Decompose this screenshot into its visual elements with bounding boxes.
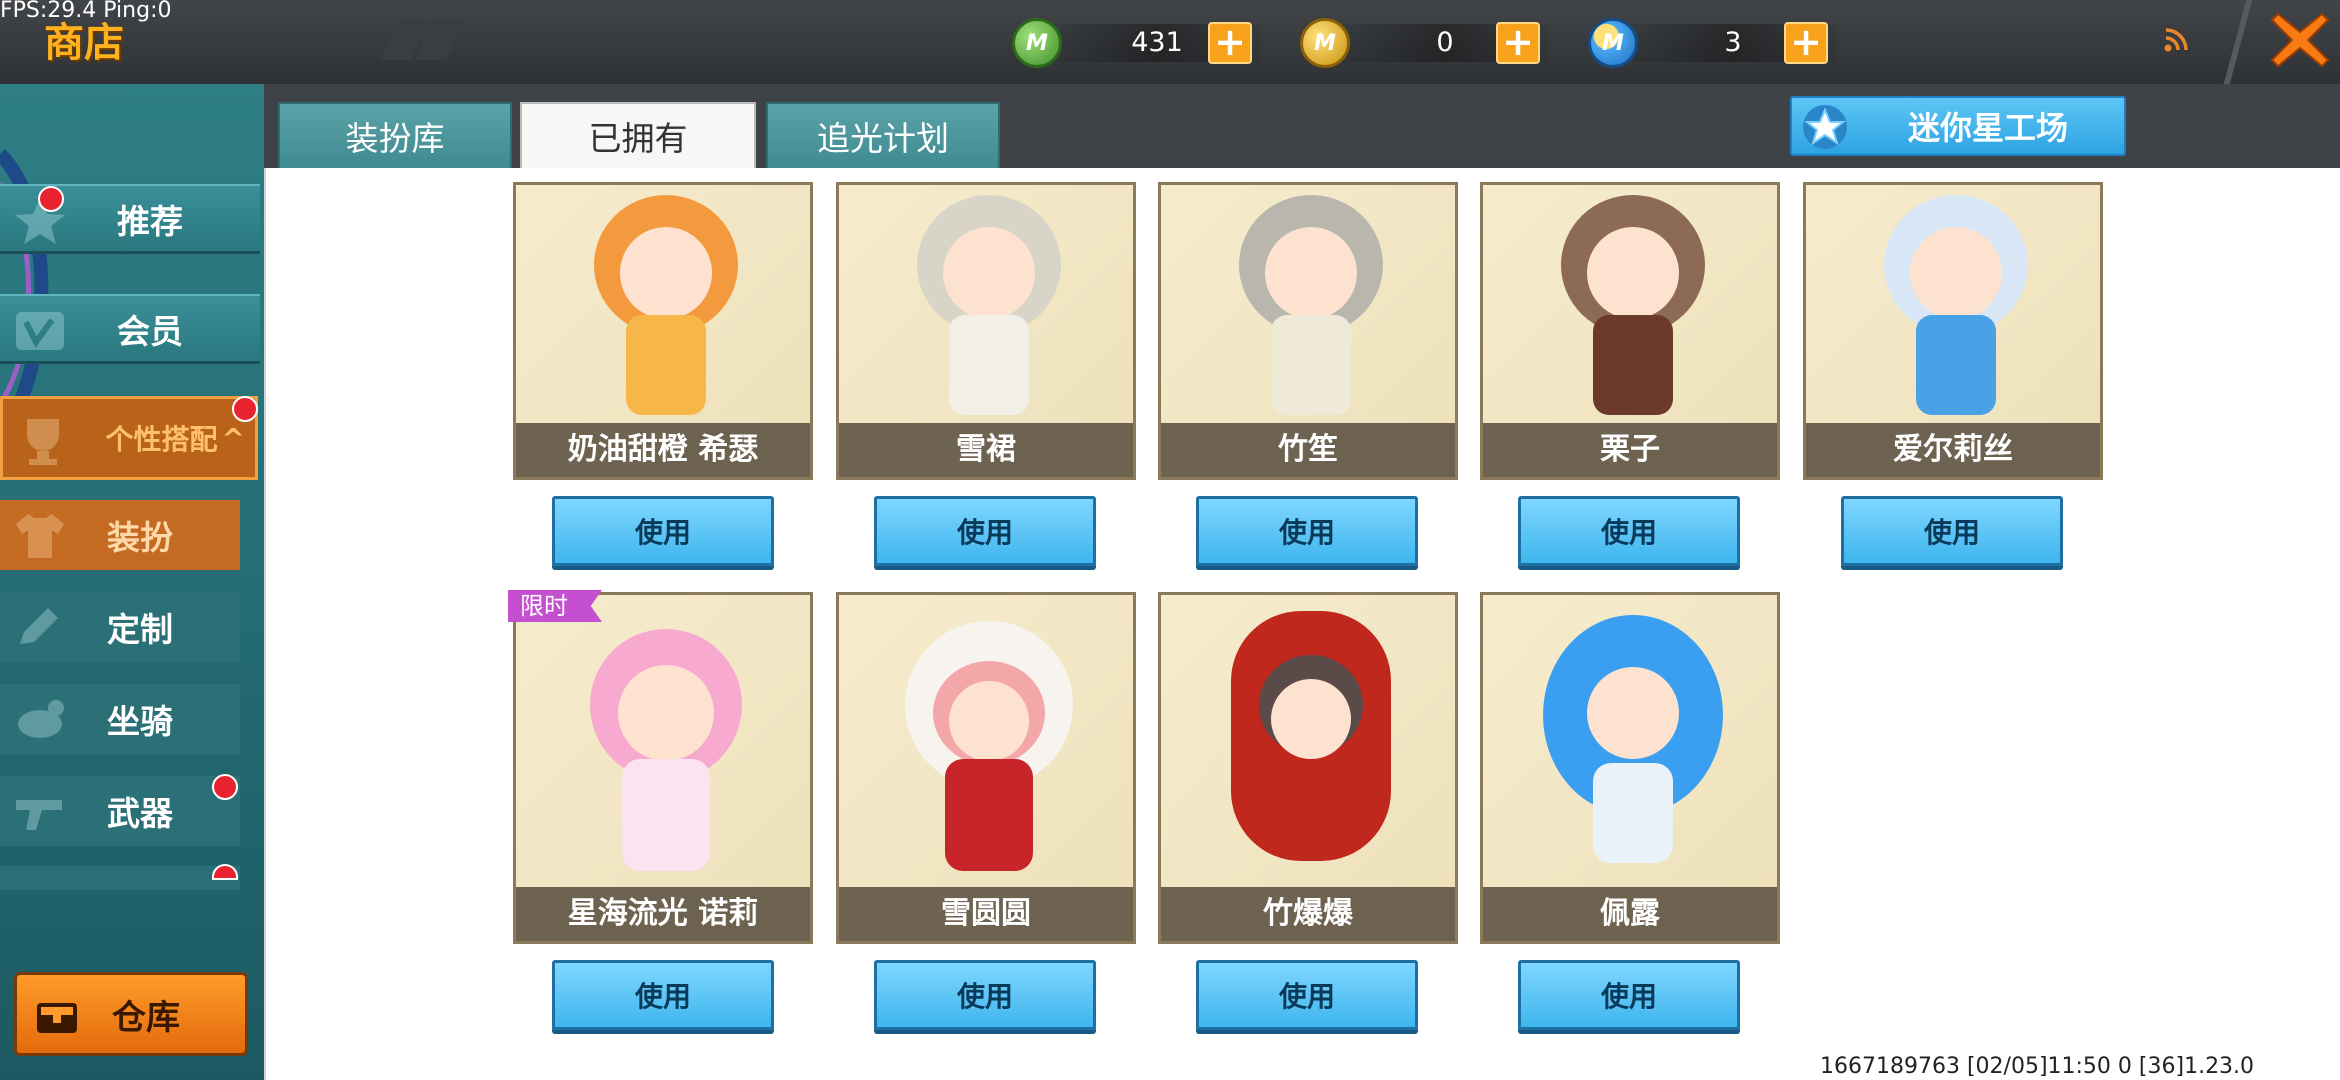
character-image: [1543, 615, 1723, 863]
notification-badge: [232, 396, 258, 422]
chest-icon: [37, 1003, 77, 1033]
tab-outfit-library[interactable]: 装扮库: [278, 102, 512, 168]
add-coins-button[interactable]: +: [1496, 22, 1540, 64]
character-image: [1239, 195, 1383, 415]
gun-icon: [16, 800, 62, 830]
add-mini-coins-button[interactable]: +: [1784, 22, 1828, 64]
outfit-card[interactable]: 星海流光 诺莉: [513, 592, 813, 944]
character-image: [917, 195, 1061, 415]
add-gems-button[interactable]: +: [1208, 22, 1252, 64]
outfit-name: 星海流光 诺莉: [516, 887, 810, 941]
use-button[interactable]: 使用: [1196, 960, 1418, 1030]
gold-coin-icon: M: [1300, 18, 1350, 68]
sidebar-item-weapon[interactable]: 武器: [0, 776, 240, 846]
shirt-icon: [16, 514, 64, 558]
use-button[interactable]: 使用: [1518, 960, 1740, 1030]
outfit-name: 奶油甜橙 希瑟: [516, 423, 810, 477]
tab-label: 装扮库: [345, 119, 445, 158]
outfit-card[interactable]: 竹爆爆: [1158, 592, 1458, 944]
workshop-label: 迷你星工场: [1907, 109, 2068, 147]
sidebar-item-vip[interactable]: 会员: [0, 294, 260, 364]
character-image: [1561, 195, 1705, 415]
version-info: 1667189763 [02/05]11:50 0 [36]1.23.0: [1820, 1054, 2255, 1079]
outfit-card[interactable]: 栗子: [1480, 182, 1780, 480]
use-button[interactable]: 使用: [874, 960, 1096, 1030]
outfit-name: 雪裙: [839, 423, 1133, 477]
use-button[interactable]: 使用: [1841, 496, 2063, 566]
tab-label: 追光计划: [817, 119, 949, 158]
outfit-card[interactable]: 奶油甜橙 希瑟: [513, 182, 813, 480]
star-badge-icon: [1803, 105, 1847, 149]
sidebar-category-personal[interactable]: 个性搭配 ^: [0, 396, 258, 480]
limited-time-tag: 限时: [508, 590, 602, 622]
tab-light-plan[interactable]: 追光计划: [766, 102, 1000, 168]
sidebar-item-more[interactable]: [0, 866, 240, 890]
sidebar-item-label: 推荐: [117, 201, 183, 241]
notification-badge: [38, 186, 64, 212]
pencil-icon: [20, 608, 58, 644]
category-label: 个性搭配: [105, 423, 218, 456]
sidebar-item-label: 定制: [107, 610, 173, 649]
mini-workshop-button[interactable]: 迷你星工场: [1790, 96, 2126, 156]
divider: [2223, 0, 2253, 84]
chevron-up-icon: ^: [221, 421, 245, 455]
outfit-card[interactable]: 竹笙: [1158, 182, 1458, 480]
page-title: 商店: [44, 20, 124, 66]
outfit-card[interactable]: 佩露: [1480, 592, 1780, 944]
close-icon[interactable]: [2268, 8, 2332, 72]
notification-badge: [212, 774, 238, 800]
warehouse-label: 仓库: [112, 997, 180, 1038]
vip-icon: [16, 312, 64, 350]
mount-icon: [18, 700, 64, 738]
outfit-card[interactable]: 爱尔莉丝: [1803, 182, 2103, 480]
sidebar-item-label: 武器: [107, 794, 173, 833]
outfit-name: 佩露: [1483, 887, 1777, 941]
outfit-name: 竹爆爆: [1161, 887, 1455, 941]
trophy-icon: [27, 419, 59, 465]
sidebar-item-outfit[interactable]: 装扮: [0, 500, 240, 570]
use-button[interactable]: 使用: [874, 496, 1096, 566]
outfit-card[interactable]: 雪圆圆: [836, 592, 1136, 944]
sidebar-item-mount[interactable]: 坐骑: [0, 684, 240, 754]
sidebar-item-label: 装扮: [107, 518, 173, 557]
character-image: [1884, 195, 2028, 415]
tab-owned[interactable]: 已拥有: [520, 102, 756, 168]
outfit-name: 栗子: [1483, 423, 1777, 477]
outfit-card[interactable]: 雪裙: [836, 182, 1136, 480]
use-button[interactable]: 使用: [552, 960, 774, 1030]
outfit-name: 雪圆圆: [839, 887, 1133, 941]
green-gem-icon: M: [1012, 18, 1062, 68]
sidebar-item-customize[interactable]: 定制: [0, 592, 240, 662]
sidebar-item-label: 会员: [117, 311, 183, 351]
warehouse-button[interactable]: 仓库: [14, 972, 248, 1056]
character-image: [590, 629, 742, 871]
use-button[interactable]: 使用: [1518, 496, 1740, 566]
blue-coin-icon: M: [1588, 18, 1638, 68]
use-button[interactable]: 使用: [552, 496, 774, 566]
character-image: [594, 195, 738, 415]
top-bar: M 431 + M 0 + M 3 +: [0, 0, 2340, 84]
outfit-name: 爱尔莉丝: [1806, 423, 2100, 477]
signal-icon: [2164, 28, 2188, 52]
use-button[interactable]: 使用: [1196, 496, 1418, 566]
sidebar-item-label: 坐骑: [107, 702, 173, 741]
outfit-name: 竹笙: [1161, 423, 1455, 477]
character-image: [1231, 611, 1391, 861]
character-image: [905, 621, 1073, 871]
tab-label: 已拥有: [588, 119, 688, 158]
